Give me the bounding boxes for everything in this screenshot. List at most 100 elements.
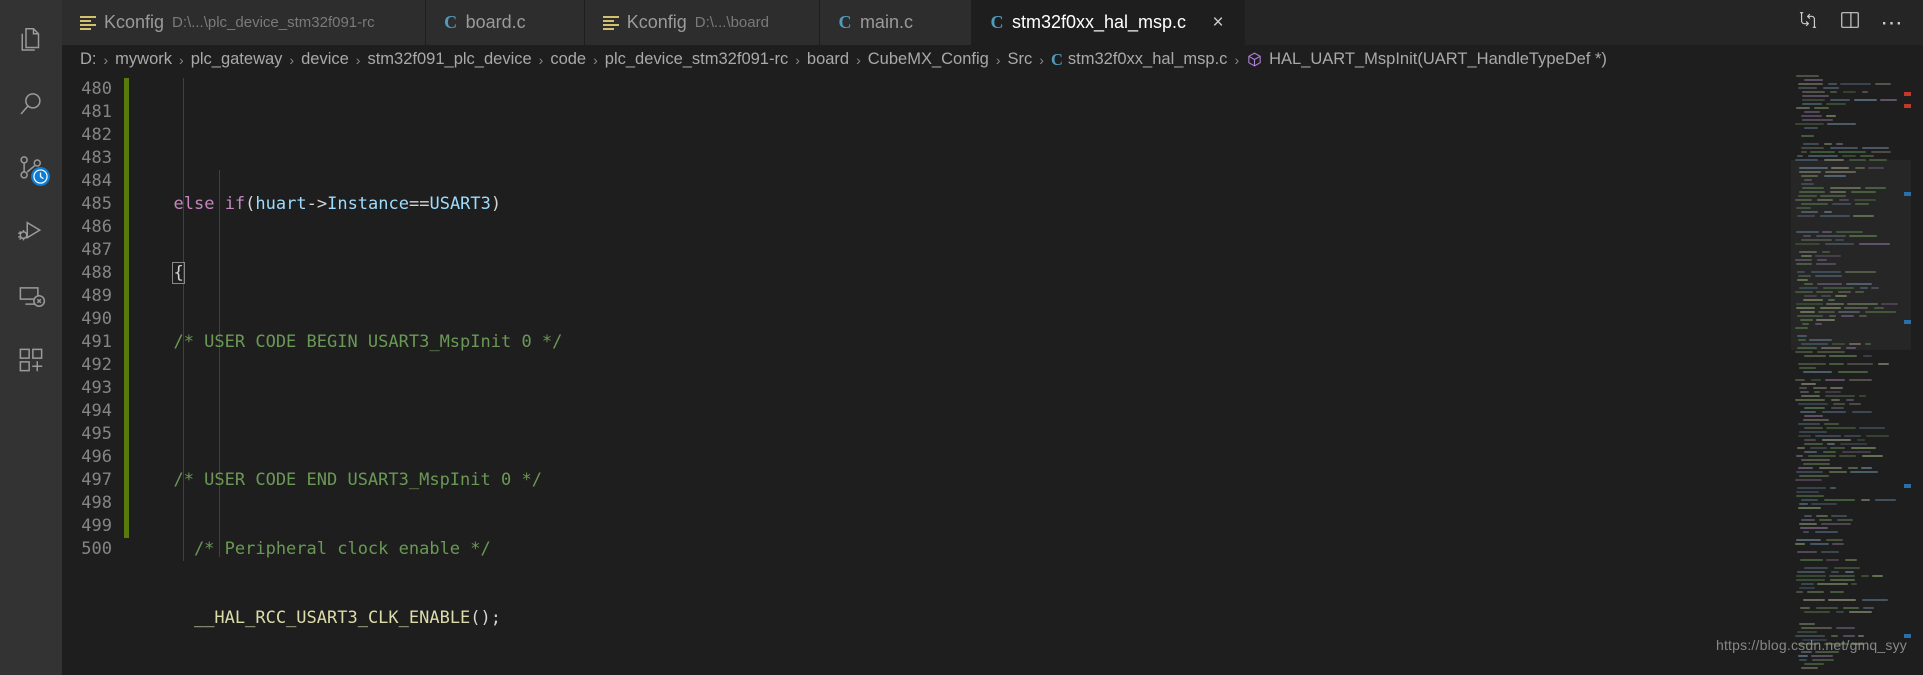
tab-title: Kconfig (626, 12, 687, 32)
close-icon[interactable]: × (1208, 13, 1228, 32)
line-number: 483 (81, 148, 112, 168)
line-number: 480 (81, 79, 112, 99)
breadcrumb-item-stm32f091-plc-device[interactable]: stm32f091_plc_device (367, 50, 531, 69)
split-editor-button[interactable] (1829, 0, 1871, 45)
line-number: 487 (81, 240, 112, 260)
line-number: 494 (81, 401, 112, 421)
activity-bar (0, 0, 62, 675)
c-file-icon: C (838, 12, 852, 32)
breadcrumb: D: › mywork › plc_gateway › device › stm… (62, 45, 1923, 74)
line-number: 484 (81, 171, 112, 191)
remote-explorer-icon (16, 281, 46, 311)
line-number: 500 (81, 539, 112, 559)
c-file-icon: C (444, 12, 458, 32)
breadcrumb-item-device[interactable]: device (301, 50, 349, 69)
breadcrumb-separator: › (355, 51, 361, 68)
line-number: 485 (81, 194, 112, 214)
breadcrumb-item-board[interactable]: board (807, 50, 849, 69)
code-line: { (172, 262, 185, 284)
line-number: 488 (81, 263, 112, 283)
breadcrumb-item-plc-gateway[interactable]: plc_gateway (191, 50, 283, 69)
line-number: 489 (81, 286, 112, 306)
breadcrumb-separator: › (856, 51, 861, 68)
code-line: /* USER CODE END USART3_MspInit 0 */ (153, 470, 542, 490)
minimap-marker (1904, 104, 1911, 108)
indent-guide (219, 170, 220, 557)
tab-title: main.c (859, 12, 913, 32)
breadcrumb-separator: › (103, 51, 109, 68)
breadcrumb-separator: › (995, 51, 1001, 68)
tab-title: stm32f0xx_hal_msp.c (1011, 12, 1187, 32)
more-actions-icon: ⋯ (1880, 9, 1904, 35)
line-number: 496 (81, 447, 112, 467)
activity-item-remote-explorer[interactable] (0, 264, 62, 328)
breadcrumb-item-drive[interactable]: D: (80, 50, 97, 69)
activity-item-explorer[interactable] (0, 8, 62, 72)
minimap-marker (1904, 320, 1911, 324)
breadcrumb-item-cubemx-config[interactable]: CubeMX_Config (868, 50, 989, 69)
tab-description: D:\...\plc_device_stm32f091-rc (172, 14, 375, 31)
tab-board-c[interactable]: C board.c × (425, 0, 585, 45)
line-number: 495 (81, 424, 112, 444)
breadcrumb-item-code[interactable]: code (550, 50, 586, 69)
tab-description: D:\...\board (694, 14, 769, 31)
c-file-icon: C (1050, 49, 1063, 69)
line-number: 499 (81, 516, 112, 536)
tab-stm32f0xx-hal-msp-c[interactable]: C stm32f0xx_hal_msp.c × (971, 0, 1246, 45)
c-file-icon: C (990, 12, 1004, 32)
line-number: 491 (81, 332, 112, 352)
vertical-scrollbar[interactable] (1911, 74, 1923, 675)
activity-item-extensions[interactable] (0, 328, 62, 392)
breadcrumb-item-plc-device-stm32f091-rc[interactable]: plc_device_stm32f091-rc (605, 50, 788, 69)
tab-list: Kconfig D:\...\plc_device_stm32f091-rc ×… (62, 0, 1787, 45)
clock-icon (31, 167, 50, 186)
line-number-gutter: 480 481 482 483 484 485 486 487 488 489 … (62, 74, 124, 675)
line-number: 493 (81, 378, 112, 398)
activity-item-source-control[interactable] (0, 136, 62, 200)
breadcrumb-separator: › (179, 51, 184, 68)
tab-bar: Kconfig D:\...\plc_device_stm32f091-rc ×… (62, 0, 1923, 45)
tab-title: Kconfig (104, 12, 165, 32)
code-line: __HAL_RCC_USART3_CLK_ENABLE(); (193, 608, 502, 628)
split-compare-icon (1797, 9, 1819, 36)
breadcrumb-separator: › (1039, 51, 1044, 68)
files-icon (16, 25, 46, 55)
vscode-window: Kconfig D:\...\plc_device_stm32f091-rc ×… (0, 0, 1923, 675)
breadcrumb-item-mywork[interactable]: mywork (115, 50, 172, 69)
line-number: 482 (81, 125, 112, 145)
more-actions-button[interactable]: ⋯ (1871, 0, 1913, 45)
run-debug-icon (16, 217, 46, 247)
breadcrumb-item-symbol[interactable]: HAL_UART_MspInit(UART_HandleTypeDef *) (1269, 50, 1607, 69)
breadcrumb-item-src[interactable]: Src (1008, 50, 1033, 69)
code-editor[interactable]: 480 481 482 483 484 485 486 487 488 489 … (62, 74, 1923, 675)
tab-kconfig-plc-device[interactable]: Kconfig D:\...\plc_device_stm32f091-rc × (62, 0, 426, 45)
breadcrumb-separator: › (795, 51, 800, 68)
code-line: /* USER CODE BEGIN USART3_MspInit 0 */ (153, 332, 563, 352)
code-line: else if(huart->Instance==USART3) (173, 194, 502, 214)
tab-kconfig-board[interactable]: Kconfig D:\...\board × (584, 0, 820, 45)
breadcrumb-separator: › (538, 51, 544, 68)
minimap-marker (1904, 92, 1911, 96)
kconfig-icon (80, 15, 96, 30)
code-line: /* Peripheral clock enable */ (153, 539, 491, 559)
line-number: 490 (81, 309, 112, 329)
minimap-marker (1904, 192, 1911, 196)
breadcrumb-separator: › (593, 51, 598, 68)
folding-gutter[interactable] (129, 74, 147, 675)
line-number: 481 (81, 102, 112, 122)
minimap-lines (1791, 74, 1911, 675)
split-editor-icon (1839, 9, 1861, 36)
activity-item-search[interactable] (0, 72, 62, 136)
minimap-marker (1904, 484, 1911, 488)
minimap[interactable] (1791, 74, 1911, 675)
split-compare-button[interactable] (1787, 0, 1829, 45)
tab-main-c[interactable]: C main.c × (819, 0, 972, 45)
line-number: 486 (81, 217, 112, 237)
line-number: 497 (81, 470, 112, 490)
breadcrumb-item-file[interactable]: stm32f0xx_hal_msp.c (1068, 50, 1228, 69)
tab-bar-actions: ⋯ (1787, 0, 1923, 45)
code-content[interactable]: else if(huart->Instance==USART3) { /* US… (147, 74, 1923, 675)
editor-area: Kconfig D:\...\plc_device_stm32f091-rc ×… (62, 0, 1923, 675)
activity-item-run-and-debug[interactable] (0, 200, 62, 264)
